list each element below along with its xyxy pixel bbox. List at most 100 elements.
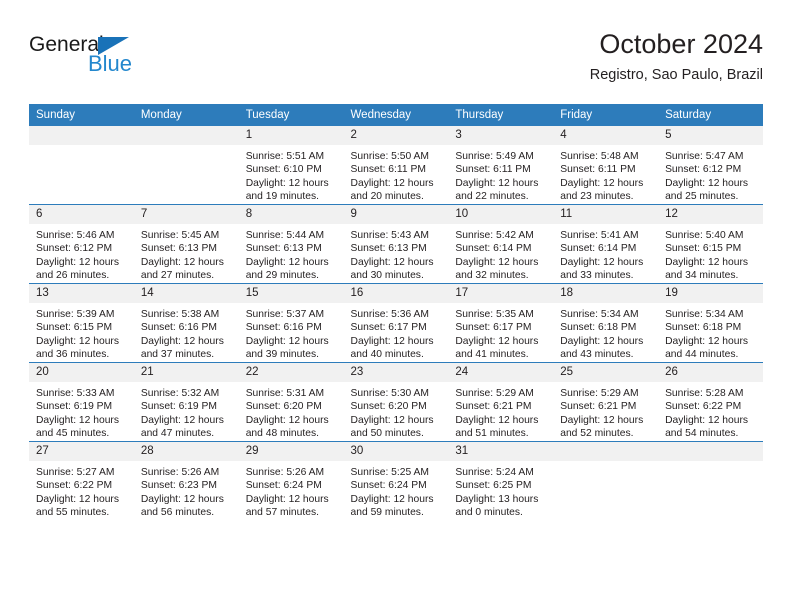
day-details: Sunrise: 5:31 AM Sunset: 6:20 PM Daylight:… [239,382,344,440]
day-number: 1 [238,126,344,146]
daylight-text-line1: Daylight: 12 hours [350,414,434,426]
day-number: 7 [133,205,239,225]
daylight-text-line2: and 32 minutes. [455,269,529,281]
calendar-week-row: 6 Sunrise: 5:46 AM Sunset: 6:12 PM Daylight… [29,204,763,284]
calendar-day-cell[interactable]: 28 Sunrise: 5:26 AM Sunset: 6:23 PM Dayligh… [133,441,239,520]
calendar-day-cell[interactable]: 12 Sunrise: 5:40 AM Sunset: 6:15 PM Dayligh… [658,204,763,284]
sunset-text: Sunset: 6:21 PM [560,401,637,413]
day-details: Sunrise: 5:39 AM Sunset: 6:15 PM Daylight:… [29,303,134,361]
daylight-text-line1: Daylight: 12 hours [665,335,749,347]
calendar-day-cell[interactable]: 11 Sunrise: 5:41 AM Sunset: 6:14 PM Dayligh… [553,204,659,284]
weekday-header-wednesday: Wednesday [343,104,449,126]
daylight-text-line2: and 55 minutes. [36,506,110,518]
sunrise-text: Sunrise: 5:42 AM [455,230,534,242]
calendar-day-cell[interactable]: 26 Sunrise: 5:28 AM Sunset: 6:22 PM Dayligh… [658,362,763,442]
sunrise-text: Sunrise: 5:48 AM [560,151,639,163]
sunset-text: Sunset: 6:19 PM [36,401,113,413]
calendar-day-cell[interactable]: 27 Sunrise: 5:27 AM Sunset: 6:22 PM Dayligh… [29,441,134,520]
sunset-text: Sunset: 6:18 PM [560,322,637,334]
daylight-text-line2: and 26 minutes. [36,269,110,281]
sunset-text: Sunset: 6:11 PM [350,164,426,176]
calendar-cell-empty [133,126,239,205]
calendar-day-cell[interactable]: 31 Sunrise: 5:24 AM Sunset: 6:25 PM Dayligh… [448,441,554,520]
calendar-day-cell[interactable]: 29 Sunrise: 5:26 AM Sunset: 6:24 PM Dayligh… [238,441,344,520]
calendar-day-cell[interactable]: 3 Sunrise: 5:49 AM Sunset: 6:11 PM Daylight… [448,126,554,205]
calendar-day-cell[interactable]: 15 Sunrise: 5:37 AM Sunset: 6:16 PM Dayligh… [238,283,344,363]
sunset-text: Sunset: 6:20 PM [245,401,322,413]
weekday-header-saturday: Saturday [658,104,763,126]
calendar-day-cell[interactable]: 1 Sunrise: 5:51 AM Sunset: 6:10 PM Daylight… [238,126,344,205]
calendar-day-cell[interactable]: 6 Sunrise: 5:46 AM Sunset: 6:12 PM Daylight… [29,204,134,284]
sunrise-text: Sunrise: 5:51 AM [245,151,325,163]
calendar-day-cell[interactable]: 13 Sunrise: 5:39 AM Sunset: 6:15 PM Dayligh… [29,283,134,363]
daylight-text-line1: Daylight: 13 hours [455,493,539,505]
page-header: General Blue October 2024 Registro, Sao … [29,29,763,98]
daylight-text-line2: and 54 minutes. [665,427,739,439]
daylight-text-line1: Daylight: 12 hours [560,335,644,347]
sunrise-text: Sunrise: 5:46 AM [36,230,115,242]
day-details: Sunrise: 5:45 AM Sunset: 6:13 PM Daylight:… [134,224,239,282]
calendar-day-cell[interactable]: 14 Sunrise: 5:38 AM Sunset: 6:16 PM Dayligh… [133,283,239,363]
day-number: 9 [343,205,449,225]
calendar-day-cell[interactable]: 16 Sunrise: 5:36 AM Sunset: 6:17 PM Dayligh… [343,283,449,363]
day-details: Sunrise: 5:44 AM Sunset: 6:13 PM Daylight:… [239,224,344,282]
day-details: Sunrise: 5:26 AM Sunset: 6:24 PM Daylight:… [239,461,344,519]
day-details: Sunrise: 5:47 AM Sunset: 6:12 PM Daylight:… [658,145,763,203]
calendar-day-cell[interactable]: 10 Sunrise: 5:42 AM Sunset: 6:14 PM Dayligh… [448,204,554,284]
day-number: 6 [29,205,134,225]
day-details: Sunrise: 5:48 AM Sunset: 6:11 PM Daylight:… [553,145,658,203]
daylight-text-line2: and 27 minutes. [140,269,215,281]
calendar-day-cell[interactable]: 23 Sunrise: 5:30 AM Sunset: 6:20 PM Dayligh… [343,362,449,442]
calendar-day-cell[interactable]: 17 Sunrise: 5:35 AM Sunset: 6:17 PM Dayligh… [448,283,554,363]
calendar-day-cell[interactable]: 2 Sunrise: 5:50 AM Sunset: 6:11 PM Daylight… [343,126,449,205]
daylight-text-line1: Daylight: 12 hours [665,177,749,189]
daylight-text-line1: Daylight: 12 hours [140,414,224,426]
daylight-text-line2: and 34 minutes. [665,269,739,281]
sunrise-text: Sunrise: 5:39 AM [36,309,115,321]
daylight-text-line1: Daylight: 12 hours [350,256,434,268]
day-number: 13 [29,284,134,304]
sunrise-text: Sunrise: 5:28 AM [665,388,744,400]
calendar-day-cell[interactable]: 25 Sunrise: 5:29 AM Sunset: 6:21 PM Dayligh… [553,362,659,442]
calendar-day-cell[interactable]: 4 Sunrise: 5:48 AM Sunset: 6:11 PM Daylight… [553,126,659,205]
day-details: Sunrise: 5:35 AM Sunset: 6:17 PM Daylight:… [448,303,553,361]
calendar-day-cell[interactable]: 9 Sunrise: 5:43 AM Sunset: 6:13 PM Daylight… [343,204,449,284]
sunrise-text: Sunrise: 5:30 AM [350,388,429,400]
calendar-day-cell[interactable]: 5 Sunrise: 5:47 AM Sunset: 6:12 PM Daylight… [658,126,763,205]
sunset-text: Sunset: 6:12 PM [665,164,742,176]
calendar-day-cell[interactable]: 21 Sunrise: 5:32 AM Sunset: 6:19 PM Dayligh… [133,362,239,442]
calendar-day-cell[interactable]: 8 Sunrise: 5:44 AM Sunset: 6:13 PM Daylight… [238,204,344,284]
calendar-day-cell[interactable]: 24 Sunrise: 5:29 AM Sunset: 6:21 PM Dayligh… [448,362,554,442]
daylight-text-line2: and 48 minutes. [245,427,319,439]
day-details: Sunrise: 5:24 AM Sunset: 6:25 PM Daylight:… [448,461,553,519]
day-number: 26 [658,363,763,383]
daylight-text-line2: and 0 minutes. [455,506,523,518]
sunset-text: Sunset: 6:15 PM [665,243,742,255]
daylight-text-line2: and 36 minutes. [36,348,110,360]
sunset-text: Sunset: 6:13 PM [245,243,322,255]
day-number: 3 [448,126,554,146]
calendar-day-cell[interactable]: 20 Sunrise: 5:33 AM Sunset: 6:19 PM Dayligh… [29,362,134,442]
sunset-text: Sunset: 6:14 PM [560,243,637,255]
day-details: Sunrise: 5:32 AM Sunset: 6:19 PM Daylight:… [134,382,239,440]
day-details: Sunrise: 5:36 AM Sunset: 6:17 PM Daylight:… [344,303,449,361]
daylight-text-line1: Daylight: 12 hours [350,493,434,505]
calendar-day-cell[interactable]: 19 Sunrise: 5:34 AM Sunset: 6:18 PM Dayligh… [658,283,763,363]
calendar-day-cell[interactable]: 18 Sunrise: 5:34 AM Sunset: 6:18 PM Dayligh… [553,283,659,363]
sunrise-text: Sunrise: 5:35 AM [455,309,534,321]
weekday-header-friday: Friday [553,104,659,126]
daylight-text-line2: and 25 minutes. [665,190,739,202]
day-number: 21 [133,363,239,383]
daylight-text-line2: and 52 minutes. [560,427,634,439]
daylight-text-line2: and 43 minutes. [560,348,634,360]
day-number [133,126,239,146]
calendar-cell-empty [29,126,134,205]
calendar-day-cell[interactable]: 30 Sunrise: 5:25 AM Sunset: 6:24 PM Dayligh… [343,441,449,520]
day-number: 19 [658,284,763,304]
sunrise-text: Sunrise: 5:34 AM [560,309,639,321]
general-blue-logo[interactable]: General Blue [29,34,229,86]
daylight-text-line2: and 37 minutes. [140,348,215,360]
daylight-text-line2: and 30 minutes. [350,269,424,281]
calendar-day-cell[interactable]: 7 Sunrise: 5:45 AM Sunset: 6:13 PM Daylight… [133,204,239,284]
calendar-day-cell[interactable]: 22 Sunrise: 5:31 AM Sunset: 6:20 PM Dayligh… [238,362,344,442]
